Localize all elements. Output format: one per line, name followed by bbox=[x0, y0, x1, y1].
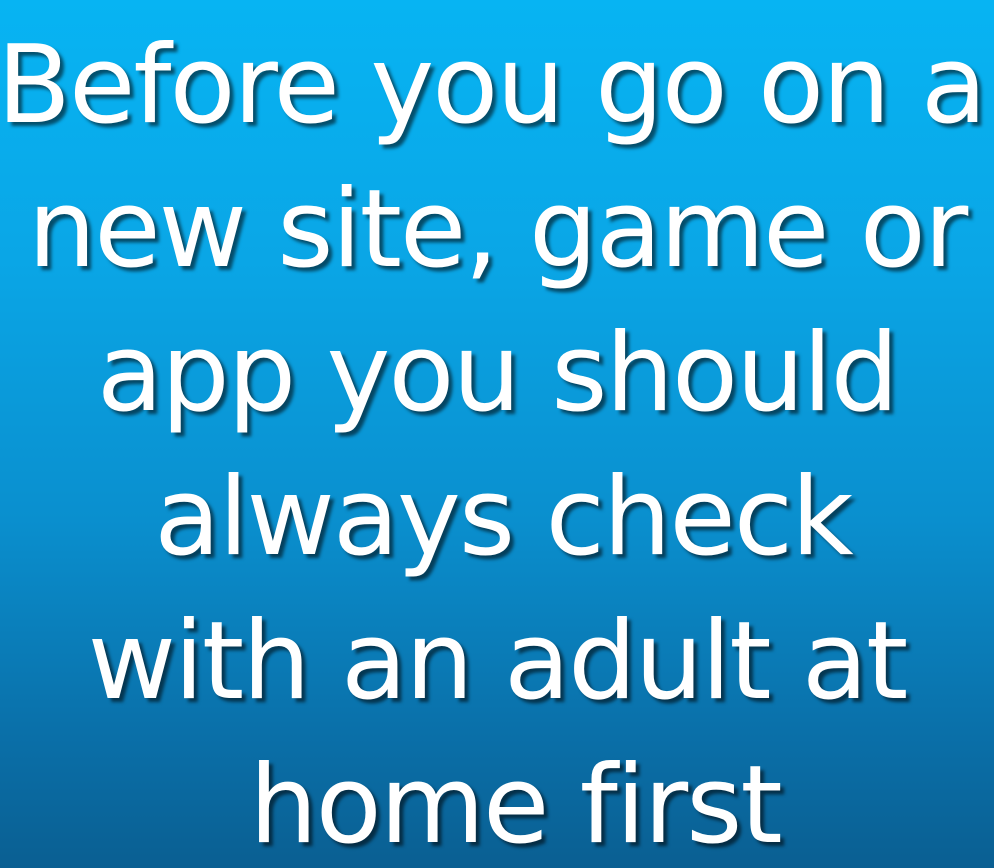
slide-message: Before you go on a new site, game or app… bbox=[0, 14, 994, 868]
message-line-5: with an adult at bbox=[87, 599, 909, 724]
slide: Before you go on a new site, game or app… bbox=[0, 0, 994, 868]
message-line-1: Before you go on a bbox=[0, 23, 987, 148]
message-line-4: always check bbox=[154, 455, 853, 580]
message-line-2: new site, game or bbox=[27, 167, 968, 292]
message-line-3: app you should bbox=[96, 311, 899, 436]
message-line-6: home first bbox=[249, 743, 783, 868]
